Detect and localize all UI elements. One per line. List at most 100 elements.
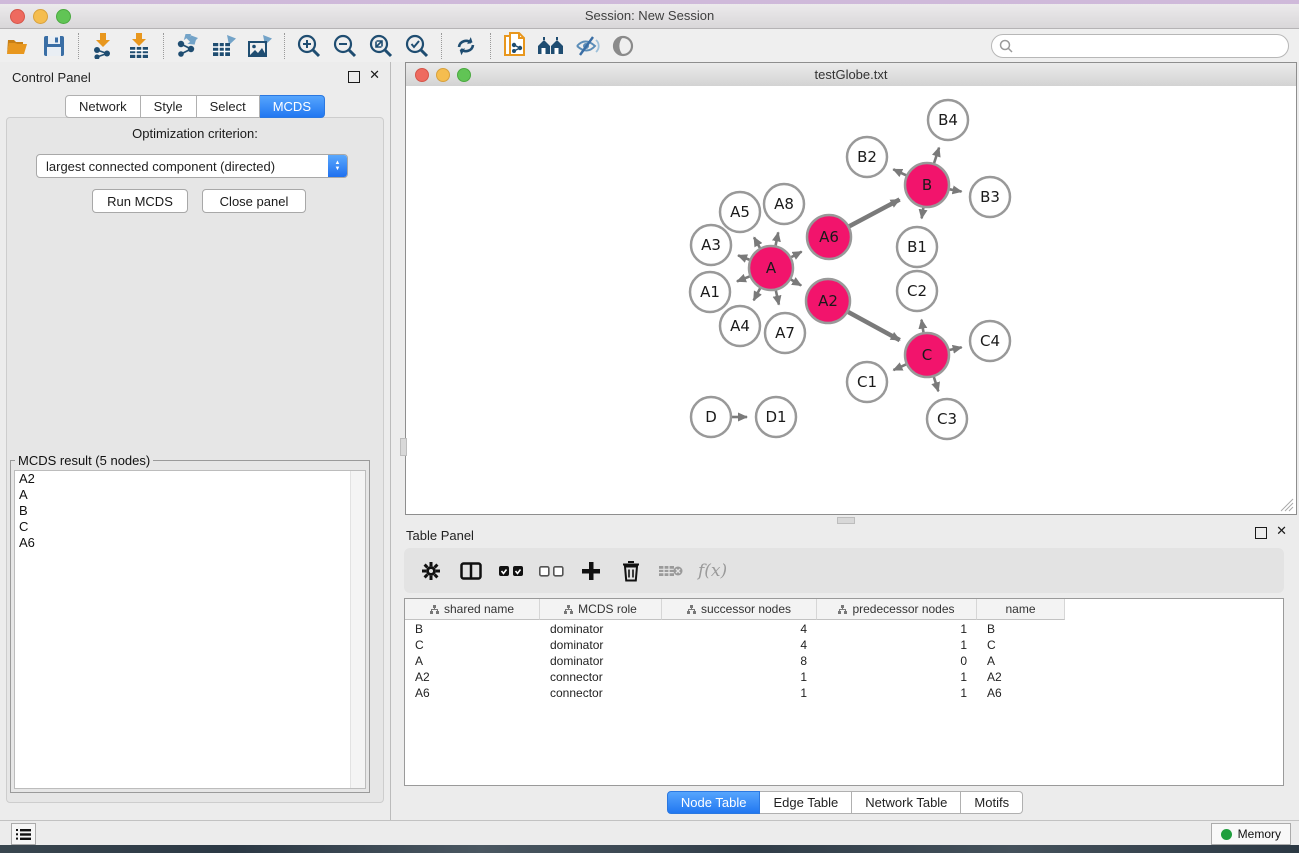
function-builder-icon[interactable]: f(x)	[698, 556, 727, 586]
close-panel-button[interactable]: Close panel	[202, 189, 306, 213]
zoom-in-icon[interactable]	[291, 31, 327, 61]
table-cell[interactable]: B	[977, 621, 1065, 637]
close-table-panel-icon[interactable]: ✕	[1276, 523, 1287, 539]
zoom-selected-icon[interactable]	[399, 31, 435, 61]
edge-B-B1[interactable]	[922, 208, 924, 219]
edge-C-C4[interactable]	[949, 347, 961, 350]
result-list-scrollbar[interactable]	[350, 471, 365, 788]
table-cell[interactable]: connector	[540, 669, 662, 685]
table-row[interactable]: A6connector11A6	[405, 685, 1283, 701]
delete-column-icon[interactable]	[618, 556, 644, 586]
table-cell[interactable]: A2	[405, 669, 540, 685]
deselect-all-icon[interactable]	[538, 556, 564, 586]
window-resize-grip[interactable]	[1280, 498, 1294, 512]
duplicate-network-icon[interactable]	[497, 31, 533, 61]
add-column-icon[interactable]	[578, 556, 604, 586]
edge-B-B4[interactable]	[934, 148, 939, 164]
edge-C-C1[interactable]	[893, 364, 906, 370]
tab-mcds[interactable]: MCDS	[260, 95, 325, 118]
mcds-result-item[interactable]: B	[15, 503, 365, 519]
zoom-out-icon[interactable]	[327, 31, 363, 61]
run-mcds-button[interactable]: Run MCDS	[92, 189, 188, 213]
select-all-icon[interactable]	[498, 556, 524, 586]
float-table-panel-icon[interactable]	[1255, 527, 1267, 539]
column-header-successor-nodes[interactable]: successor nodes	[662, 599, 817, 620]
import-table-icon[interactable]	[121, 31, 157, 61]
edge-A-A5[interactable]	[754, 237, 760, 248]
tab-network[interactable]: Network	[65, 95, 141, 118]
mcds-result-list[interactable]: A2ABCA6	[14, 470, 366, 789]
edge-A2-C[interactable]	[848, 312, 900, 340]
float-panel-icon[interactable]	[348, 71, 360, 83]
edge-B-B2[interactable]	[893, 169, 906, 175]
edge-C-C2[interactable]	[921, 320, 923, 333]
export-image-icon[interactable]	[242, 31, 278, 61]
table-cell[interactable]: 1	[662, 685, 817, 701]
show-all-icon[interactable]	[605, 31, 641, 61]
optimization-criterion-select[interactable]: largest connected component (directed) ▲…	[36, 154, 348, 178]
search-input[interactable]	[1013, 37, 1288, 55]
delete-table-icon[interactable]	[658, 556, 684, 586]
export-network-icon[interactable]	[170, 31, 206, 61]
save-session-icon[interactable]	[36, 31, 72, 61]
mcds-result-item[interactable]: C	[15, 519, 365, 535]
table-cell[interactable]: A	[405, 653, 540, 669]
table-cell[interactable]: 1	[817, 621, 977, 637]
first-neighbors-icon[interactable]	[533, 31, 569, 61]
edge-A-A2[interactable]	[791, 280, 801, 286]
edge-A-A8[interactable]	[776, 232, 779, 245]
table-cell[interactable]: A	[977, 653, 1065, 669]
column-header-MCDS-role[interactable]: MCDS role	[540, 599, 662, 620]
column-header-name[interactable]: name	[977, 599, 1065, 620]
search-field[interactable]	[991, 34, 1289, 58]
table-cell[interactable]: 1	[817, 669, 977, 685]
split-divider-handle[interactable]	[400, 438, 407, 456]
zoom-fit-icon[interactable]	[363, 31, 399, 61]
table-cell[interactable]: 0	[817, 653, 977, 669]
export-table-icon[interactable]	[206, 31, 242, 61]
node-table[interactable]: shared nameMCDS rolesuccessor nodesprede…	[404, 598, 1284, 786]
table-cell[interactable]: connector	[540, 685, 662, 701]
table-row[interactable]: Cdominator41C	[405, 637, 1283, 653]
tab-motifs[interactable]: Motifs	[961, 791, 1023, 814]
table-row[interactable]: Adominator80A	[405, 653, 1283, 669]
edge-A6-B[interactable]	[849, 200, 899, 227]
tab-node-table[interactable]: Node Table	[667, 791, 761, 814]
tab-edge-table[interactable]: Edge Table	[760, 791, 852, 814]
mcds-result-item[interactable]: A	[15, 487, 365, 503]
refresh-icon[interactable]	[448, 31, 484, 61]
table-cell[interactable]: 4	[662, 621, 817, 637]
open-file-icon[interactable]	[0, 31, 36, 61]
settings-gear-icon[interactable]	[418, 556, 444, 586]
table-cell[interactable]: A2	[977, 669, 1065, 685]
table-row[interactable]: A2connector11A2	[405, 669, 1283, 685]
column-layout-icon[interactable]	[458, 556, 484, 586]
table-cell[interactable]: 4	[662, 637, 817, 653]
edge-A-A6[interactable]	[791, 252, 801, 258]
edge-A-A3[interactable]	[738, 255, 749, 259]
mcds-result-item[interactable]: A6	[15, 535, 365, 551]
table-cell[interactable]: 8	[662, 653, 817, 669]
edge-B-B3[interactable]	[950, 189, 962, 191]
task-history-button[interactable]	[11, 823, 36, 845]
memory-button[interactable]: Memory	[1211, 823, 1291, 845]
tab-network-table[interactable]: Network Table	[852, 791, 961, 814]
edge-A-A1[interactable]	[737, 276, 750, 281]
tab-select[interactable]: Select	[197, 95, 260, 118]
table-cell[interactable]: 1	[817, 685, 977, 701]
edge-A-A4[interactable]	[754, 288, 760, 300]
table-cell[interactable]: dominator	[540, 621, 662, 637]
edge-A-A7[interactable]	[776, 290, 779, 304]
table-cell[interactable]: A6	[405, 685, 540, 701]
table-cell[interactable]: C	[977, 637, 1065, 653]
column-header-shared-name[interactable]: shared name	[405, 599, 540, 620]
tab-style[interactable]: Style	[141, 95, 197, 118]
column-header-predecessor-nodes[interactable]: predecessor nodes	[817, 599, 977, 620]
table-cell[interactable]: C	[405, 637, 540, 653]
network-graph-canvas[interactable]: B4B2BB3A5A8A6B1A3AC2A1A2A4A7C4CC1C3DD1	[406, 86, 1296, 514]
hide-selected-icon[interactable]	[569, 31, 605, 61]
table-cell[interactable]: dominator	[540, 653, 662, 669]
table-cell[interactable]: B	[405, 621, 540, 637]
table-cell[interactable]: 1	[817, 637, 977, 653]
table-cell[interactable]: A6	[977, 685, 1065, 701]
